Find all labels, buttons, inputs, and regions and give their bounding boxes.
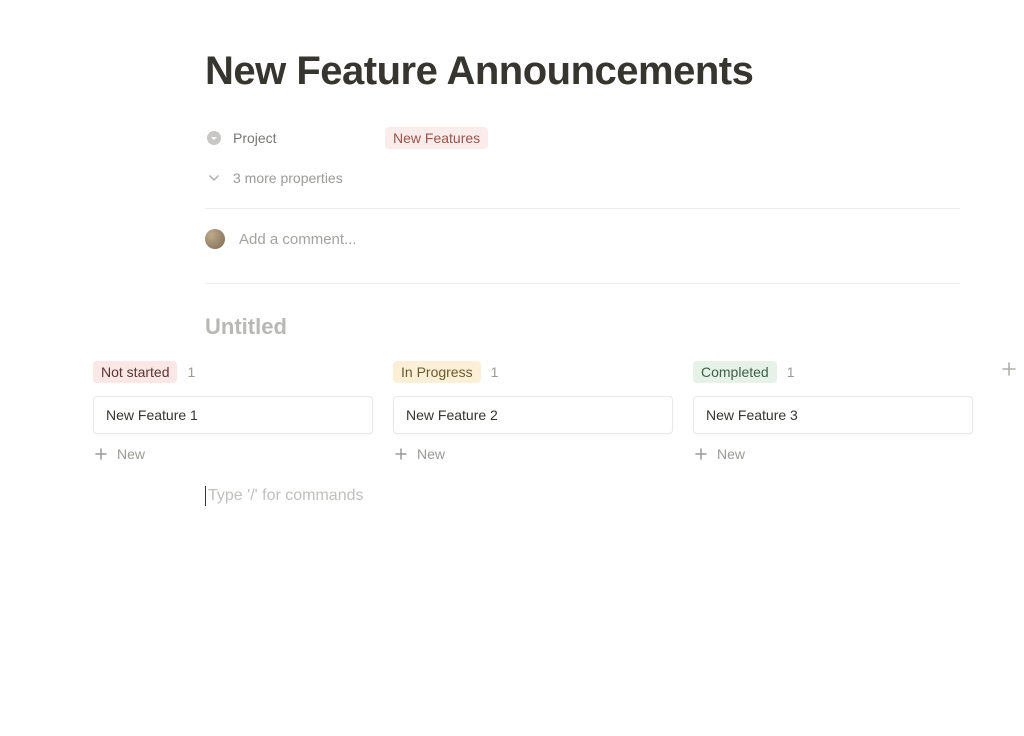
more-properties-label: 3 more properties [233,170,343,186]
board-card[interactable]: New Feature 3 [693,396,973,434]
chevron-down-icon [205,169,223,187]
new-card-label: New [117,446,145,462]
page-header: New Feature Announcements Project New Fe… [205,0,960,340]
board-column-completed: Completed 1 New Feature 3 New [693,358,973,462]
new-card-label: New [417,446,445,462]
plus-icon [393,446,409,462]
more-properties-toggle[interactable]: 3 more properties [205,162,960,194]
properties-section: Project New Features 3 more properties [205,122,960,194]
slash-hint: Type '/' for commands [205,486,960,506]
comment-row[interactable]: Add a comment... [205,209,960,269]
board: Not started 1 New Feature 1 New In Progr… [0,358,1024,462]
new-card-button[interactable]: New [393,446,673,462]
property-project[interactable]: Project New Features [205,122,960,154]
page-title[interactable]: New Feature Announcements [205,0,960,94]
column-header[interactable]: Not started 1 [93,358,373,386]
plus-icon [1000,360,1018,378]
status-pill: Completed [693,361,777,383]
comment-placeholder: Add a comment... [239,231,357,248]
column-count: 1 [187,364,195,380]
page: New Feature Announcements Project New Fe… [0,0,1024,736]
plus-icon [93,446,109,462]
plus-icon [693,446,709,462]
avatar [205,229,225,249]
status-pill: Not started [93,361,177,383]
property-label-wrap: Project [205,129,385,147]
text-caret [205,486,206,506]
column-count: 1 [787,364,795,380]
divider [205,283,960,284]
status-pill: In Progress [393,361,481,383]
column-header[interactable]: In Progress 1 [393,358,673,386]
column-header[interactable]: Completed 1 [693,358,973,386]
board-columns: Not started 1 New Feature 1 New In Progr… [0,358,1024,462]
new-card-button[interactable]: New [93,446,373,462]
database-title[interactable]: Untitled [205,314,960,340]
column-count: 1 [491,364,499,380]
board-card[interactable]: New Feature 1 [93,396,373,434]
select-chevron-icon [205,129,223,147]
new-card-button[interactable]: New [693,446,973,462]
property-value-tag[interactable]: New Features [385,127,488,149]
new-card-label: New [717,446,745,462]
property-label: Project [233,130,277,146]
board-column-not-started: Not started 1 New Feature 1 New [93,358,373,462]
board-card[interactable]: New Feature 2 [393,396,673,434]
add-column-button[interactable] [1000,360,1018,378]
board-column-in-progress: In Progress 1 New Feature 2 New [393,358,673,462]
editor-area[interactable]: Type '/' for commands [205,486,960,506]
